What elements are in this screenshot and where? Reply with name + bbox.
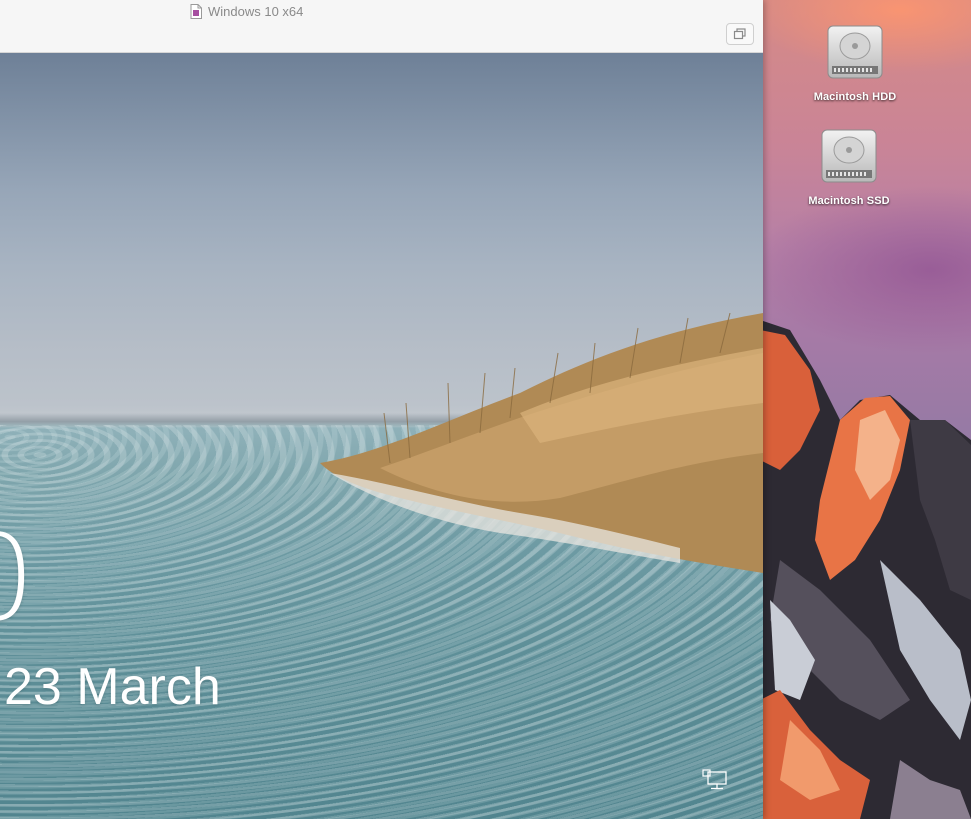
desktop-icon-macintosh-ssd[interactable]: Macintosh SSD	[794, 126, 904, 207]
windows-lock-screen[interactable]: 0 23 March	[0, 53, 763, 819]
document-icon	[190, 3, 202, 19]
network-icon[interactable]	[702, 769, 728, 793]
vm-window: Windows 10 x64 23 March	[0, 0, 763, 819]
restore-window-button[interactable]	[726, 23, 754, 45]
window-title: Windows 10 x64	[208, 3, 304, 19]
reeds-illustration	[320, 313, 763, 573]
desktop-icon-macintosh-hdd[interactable]: Macintosh HDD	[800, 22, 910, 103]
window-title-group: Windows 10 x64	[190, 2, 303, 20]
hard-drive-icon	[821, 129, 877, 183]
mountain-wallpaper	[760, 320, 971, 819]
window-titlebar[interactable]: Windows 10 x64	[0, 0, 763, 53]
lock-screen-date: 23 March	[4, 658, 221, 716]
hard-drive-icon	[827, 25, 883, 79]
lock-screen-time: 0	[0, 519, 35, 637]
screen: Macintosh HDD Macintosh SSD Windows 10 x…	[0, 0, 971, 819]
desktop-icon-label: Macintosh HDD	[813, 91, 897, 103]
restore-window-icon	[733, 28, 746, 40]
desktop-icon-label: Macintosh SSD	[808, 195, 890, 207]
